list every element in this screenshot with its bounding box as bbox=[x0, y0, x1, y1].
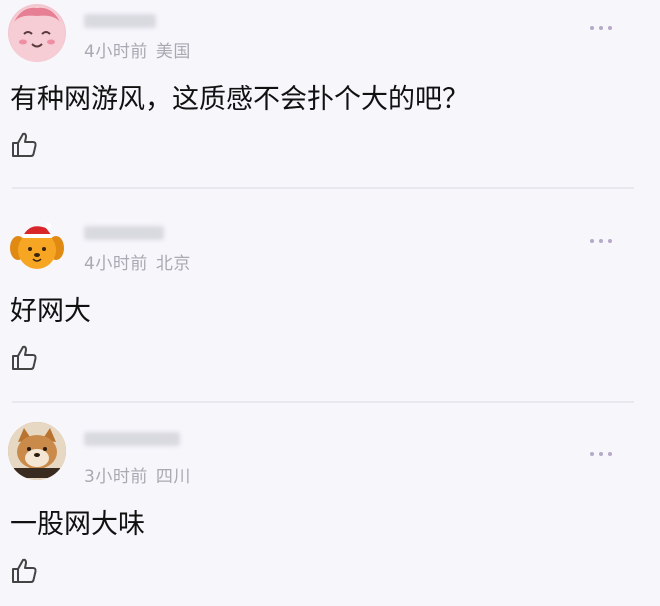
pink-face-icon bbox=[9, 6, 65, 62]
comment-item: 4小时前 美国 有种网游风，这质感不会扑个大的吧？ bbox=[0, 0, 660, 190]
username-redacted bbox=[84, 14, 156, 28]
dog-santa-hat-icon bbox=[10, 223, 64, 269]
divider bbox=[12, 187, 634, 189]
comment-item: 4小时前 北京 好网大 bbox=[0, 190, 660, 400]
comment-location: 北京 bbox=[155, 254, 191, 274]
more-dots-icon[interactable] bbox=[590, 239, 612, 243]
shiba-dog-icon bbox=[8, 422, 66, 480]
comment-meta: 3小时前 四川 bbox=[84, 462, 191, 487]
thumbs-up-icon[interactable] bbox=[10, 344, 38, 372]
comment-time: 4小时前 bbox=[84, 42, 148, 62]
avatar[interactable] bbox=[8, 216, 66, 274]
thumbs-up-icon[interactable] bbox=[10, 131, 38, 159]
comment-meta: 4小时前 美国 bbox=[84, 37, 191, 62]
avatar[interactable] bbox=[8, 4, 66, 62]
username-redacted bbox=[84, 226, 164, 240]
comment-time: 4小时前 bbox=[84, 254, 148, 274]
comment-text: 好网大 bbox=[10, 296, 91, 327]
comment-location: 美国 bbox=[155, 42, 191, 62]
username-redacted bbox=[84, 432, 180, 446]
thumbs-up-icon[interactable] bbox=[10, 557, 38, 585]
comment-text: 有种网游风，这质感不会扑个大的吧？ bbox=[10, 84, 469, 115]
comment-text: 一股网大味 bbox=[10, 509, 145, 540]
avatar[interactable] bbox=[8, 422, 66, 480]
divider bbox=[12, 401, 634, 403]
comment-location: 四川 bbox=[155, 467, 191, 487]
comment-item: 3小时前 四川 一股网大味 bbox=[0, 404, 660, 606]
comment-time: 3小时前 bbox=[84, 467, 148, 487]
more-dots-icon[interactable] bbox=[590, 452, 612, 456]
more-dots-icon[interactable] bbox=[590, 26, 612, 30]
comment-meta: 4小时前 北京 bbox=[84, 249, 191, 274]
